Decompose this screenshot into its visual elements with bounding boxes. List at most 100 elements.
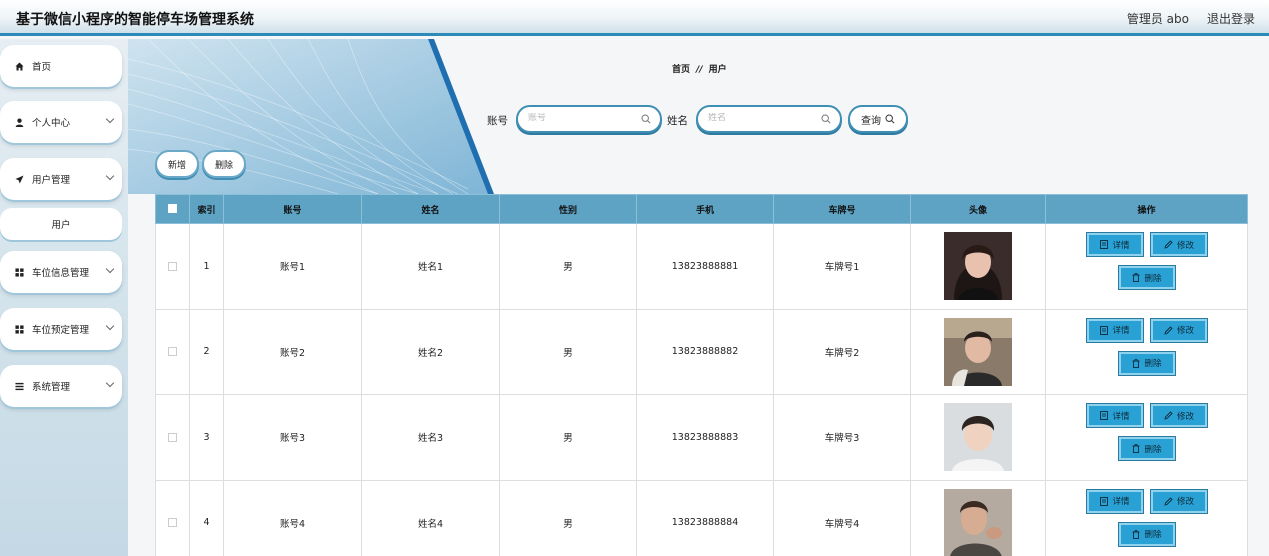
trash-icon <box>1132 273 1140 283</box>
cell-gender: 男 <box>499 479 637 556</box>
sidebar-item-label: 车位信息管理 <box>32 268 90 279</box>
document-icon <box>1100 496 1109 506</box>
cell-index: 3 <box>189 394 224 481</box>
cell-index: 1 <box>189 223 224 310</box>
chevron-down-icon <box>105 321 115 331</box>
document-icon <box>1100 240 1109 250</box>
cell-avatar <box>910 479 1046 556</box>
column-header: 车牌号 <box>773 194 911 224</box>
bulk-delete-button[interactable]: 删除 <box>202 150 246 178</box>
delete-button[interactable]: 删除 <box>1119 522 1175 546</box>
cell-name: 姓名2 <box>361 308 500 395</box>
sidebar-subitem-users[interactable]: 用户 <box>0 208 122 240</box>
table-row: 4 账号4 姓名4 男 13823888884 车牌号4 详情 修改 删除 <box>155 479 1248 556</box>
detail-button[interactable]: 详情 <box>1087 318 1143 342</box>
delete-button-label: 删除 <box>1144 359 1162 370</box>
sidebar-item-label: 首页 <box>32 62 52 73</box>
row-checkbox[interactable] <box>168 518 177 528</box>
row-checkbox[interactable] <box>168 432 177 442</box>
cell-name: 姓名3 <box>361 394 500 481</box>
cell-avatar <box>910 223 1046 310</box>
cell-plate: 车牌号3 <box>773 394 911 481</box>
row-checkbox[interactable] <box>168 261 177 271</box>
sidebar-item-system-management[interactable]: 系统管理 <box>0 365 122 407</box>
sidebar-item-parking-info[interactable]: 车位信息管理 <box>0 251 122 293</box>
search-icon <box>885 114 895 124</box>
detail-button-label: 详情 <box>1112 497 1130 508</box>
sidebar-item-label: 系统管理 <box>32 382 71 393</box>
edit-button-label: 修改 <box>1176 497 1194 508</box>
delete-button[interactable]: 删除 <box>1119 437 1175 461</box>
pencil-icon <box>1164 326 1173 335</box>
user-icon <box>14 117 24 127</box>
avatar <box>944 232 1012 301</box>
edit-button-label: 修改 <box>1176 326 1194 337</box>
menu-icon <box>14 381 24 391</box>
cell-phone: 13823888882 <box>636 308 774 395</box>
trash-icon <box>1132 358 1140 368</box>
trash-icon <box>1132 444 1140 454</box>
edit-button[interactable]: 修改 <box>1151 233 1207 257</box>
cell-name: 姓名4 <box>361 479 500 556</box>
sidebar-item-personal-center[interactable]: 个人中心 <box>0 101 122 143</box>
detail-button[interactable]: 详情 <box>1087 489 1143 513</box>
home-icon <box>14 61 24 71</box>
logout-link[interactable]: 退出登录 <box>1207 10 1255 27</box>
add-button[interactable]: 新增 <box>155 150 199 178</box>
send-icon <box>14 174 24 184</box>
name-search-field[interactable] <box>696 105 842 133</box>
column-header: 索引 <box>189 194 224 224</box>
breadcrumb: 首页 // 用户 <box>672 62 727 75</box>
cell-gender: 男 <box>499 223 637 310</box>
cell-phone: 13823888881 <box>636 223 774 310</box>
sidebar-item-label: 用户管理 <box>32 175 71 186</box>
sidebar: 首页 个人中心 用户管理 用户 车位信息管理 车位预定管理 系统管理 <box>0 39 128 556</box>
table-row: 1 账号1 姓名1 男 13823888881 车牌号1 详情 修改 删除 <box>155 223 1248 310</box>
main-content: 首页 // 用户 账号 姓名 查询 新增 删除 索引 账号 <box>128 39 1269 556</box>
cell-index: 4 <box>189 479 224 556</box>
sidebar-item-user-management[interactable]: 用户管理 <box>0 158 122 200</box>
column-header: 头像 <box>910 194 1046 224</box>
cell-account: 账号2 <box>223 308 362 395</box>
row-select-cell <box>155 394 190 481</box>
detail-button-label: 详情 <box>1112 240 1130 251</box>
delete-button-label: 删除 <box>1144 530 1162 541</box>
edit-button[interactable]: 修改 <box>1151 489 1207 513</box>
name-search-label: 姓名 <box>667 115 688 127</box>
sidebar-item-parking-reservation[interactable]: 车位预定管理 <box>0 308 122 350</box>
breadcrumb-home[interactable]: 首页 <box>672 65 690 75</box>
edit-button[interactable]: 修改 <box>1151 318 1207 342</box>
document-icon <box>1100 325 1109 335</box>
account-search-field[interactable] <box>516 105 662 133</box>
cell-avatar <box>910 394 1046 481</box>
delete-button[interactable]: 删除 <box>1119 266 1175 290</box>
select-all-checkbox[interactable] <box>168 204 177 213</box>
user-table: 索引 账号 姓名 性别 手机 车牌号 头像 操作 1 账号1 姓名1 男 138… <box>155 194 1248 556</box>
avatar <box>944 488 1012 556</box>
row-checkbox[interactable] <box>168 347 177 357</box>
cell-account: 账号4 <box>223 479 362 556</box>
search-icon <box>821 114 831 124</box>
cell-account: 账号1 <box>223 223 362 310</box>
detail-button[interactable]: 详情 <box>1087 404 1143 428</box>
edit-button[interactable]: 修改 <box>1151 404 1207 428</box>
cell-plate: 车牌号1 <box>773 223 911 310</box>
cell-operations: 详情 修改 删除 <box>1045 308 1248 395</box>
name-search-input[interactable] <box>708 113 816 123</box>
query-button[interactable]: 查询 <box>848 105 908 133</box>
chevron-down-icon <box>105 171 115 181</box>
cell-gender: 男 <box>499 394 637 481</box>
add-button-label: 新增 <box>167 160 186 171</box>
detail-button[interactable]: 详情 <box>1087 233 1143 257</box>
account-search-input[interactable] <box>528 113 636 123</box>
sidebar-item-home[interactable]: 首页 <box>0 45 122 87</box>
detail-button-label: 详情 <box>1112 326 1130 337</box>
account-search-label: 账号 <box>487 115 508 127</box>
edit-button-label: 修改 <box>1176 240 1194 251</box>
pencil-icon <box>1164 240 1173 249</box>
top-bar: 基于微信小程序的智能停车场管理系统 管理员 abo 退出登录 <box>0 0 1269 36</box>
delete-button[interactable]: 删除 <box>1119 351 1175 375</box>
sidebar-item-label: 个人中心 <box>32 118 71 129</box>
cell-avatar <box>910 308 1046 395</box>
table-row: 2 账号2 姓名2 男 13823888882 车牌号2 详情 修改 删除 <box>155 308 1248 395</box>
